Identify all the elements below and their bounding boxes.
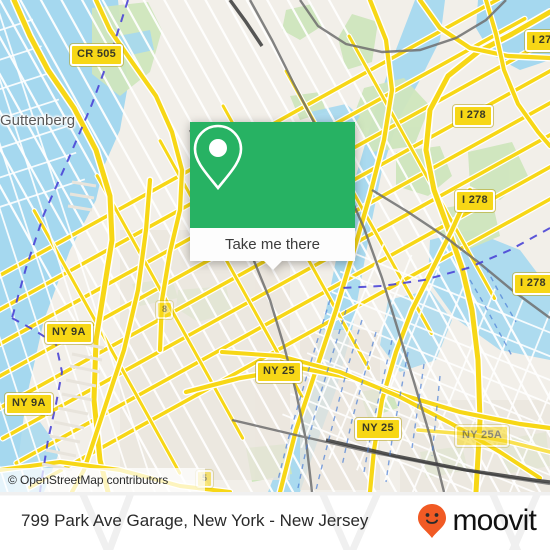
take-me-there-label: Take me there [224, 236, 321, 253]
map-attribution[interactable]: © OpenStreetMap contributors [0, 468, 205, 492]
road-shield-ny-9a-b[interactable]: NY 9A [5, 393, 53, 415]
road-shield-i-278-c[interactable]: I 278 [513, 273, 550, 295]
road-shield-cr-505[interactable]: CR 505 [70, 44, 124, 66]
page-title: 799 Park Ave Garage, New York - New Jers… [21, 511, 369, 530]
place-label-guttenberg: Guttenberg [0, 112, 76, 129]
callout-header [190, 122, 355, 228]
location-callout[interactable]: Take me there [190, 122, 355, 270]
map-pin-icon [193, 124, 243, 191]
road-shield-i-278-a[interactable]: I 278 [453, 105, 493, 127]
road-shield-ny-9a-a[interactable]: NY 9A [45, 322, 93, 344]
road-shield-ny-25a[interactable]: NY 25A [455, 425, 510, 447]
road-shield-i-278-b[interactable]: I 278 [455, 190, 495, 212]
road-shield-8[interactable]: 8 [156, 301, 174, 319]
road-shield-ny-25-a[interactable]: NY 25 [256, 361, 302, 383]
callout-pointer-tail [263, 261, 282, 270]
moovit-smiley-pin-icon [418, 504, 447, 538]
map-canvas[interactable]: Guttenberg CR 505 I 27 I 278 I 278 I 278… [0, 0, 550, 492]
road-shield-i-27[interactable]: I 27 [525, 30, 550, 52]
attribution-text: © OpenStreetMap contributors [8, 473, 169, 487]
screenshot-root: Guttenberg CR 505 I 27 I 278 I 278 I 278… [0, 0, 550, 550]
take-me-there-button[interactable]: Take me there [190, 228, 355, 270]
road-shield-ny-25-b[interactable]: NY 25 [355, 418, 401, 440]
moovit-wordmark: moovit [452, 504, 536, 537]
moovit-brand[interactable]: moovit [417, 503, 537, 539]
footer-bar: 799 Park Ave Garage, New York - New Jers… [0, 492, 550, 550]
